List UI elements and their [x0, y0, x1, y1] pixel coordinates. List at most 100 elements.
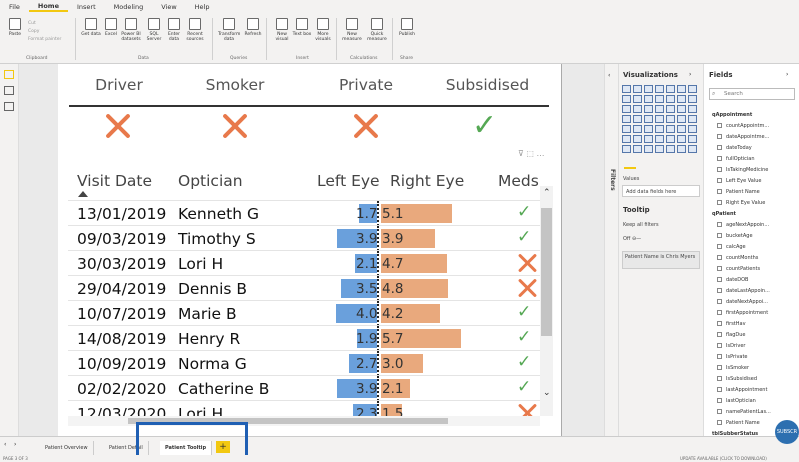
scroll-thumb[interactable]	[541, 208, 552, 336]
ribbon-get-data-button[interactable]: Get data	[80, 18, 102, 37]
col-right-eye[interactable]: Right Eye	[390, 172, 464, 190]
field-item[interactable]: dateAppointme...	[717, 134, 769, 140]
tab-nav-right-icon[interactable]: ›	[14, 441, 16, 448]
ribbon-more-visuals-button[interactable]: More visuals	[312, 18, 334, 42]
ribbon-enter-data-button[interactable]: Enter data	[163, 18, 185, 42]
filters-pane[interactable]: ‹ Filters	[604, 64, 619, 448]
ribbon-paste-button[interactable]: Paste	[4, 18, 26, 37]
field-item[interactable]: bucketAge	[717, 233, 753, 239]
add-fields-dropzone[interactable]: Add data fields here	[622, 185, 700, 197]
field-checkbox[interactable]	[717, 134, 722, 139]
ribbon-recent-sources-button[interactable]: Recent sources	[184, 18, 206, 42]
expand-fields-arrow-icon[interactable]: ›	[786, 71, 788, 78]
field-checkbox[interactable]	[717, 420, 722, 425]
visual-type-icon[interactable]	[677, 125, 686, 133]
ribbon-publish-button[interactable]: Publish	[396, 18, 418, 37]
ribbon-power-bi-datasets-button[interactable]: Power BI datasets	[120, 18, 142, 42]
visual-type-icon[interactable]	[677, 145, 686, 153]
update-notice[interactable]: UPDATE AVAILABLE (CLICK TO DOWNLOAD)	[680, 456, 767, 461]
field-checkbox[interactable]	[717, 332, 722, 337]
visual-type-icon[interactable]	[666, 145, 675, 153]
field-checkbox[interactable]	[717, 321, 722, 326]
visual-type-icon[interactable]	[644, 85, 653, 93]
field-checkbox[interactable]	[717, 200, 722, 205]
field-item[interactable]: Patient Name	[717, 189, 760, 195]
field-item[interactable]: calcAge	[717, 244, 746, 250]
visual-type-icon[interactable]	[644, 125, 653, 133]
field-item[interactable]: fullOptician	[717, 156, 755, 162]
field-item[interactable]: Left Eye Value	[717, 178, 762, 184]
field-item[interactable]: Patient Name	[717, 420, 760, 426]
visual-type-icon[interactable]	[666, 115, 675, 123]
field-item[interactable]: dateDOB	[717, 277, 749, 283]
visual-type-icon[interactable]	[622, 125, 631, 133]
visual-type-icon[interactable]	[677, 115, 686, 123]
visual-type-icon[interactable]	[655, 105, 664, 113]
scroll-down-arrow-icon[interactable]: ⌄	[543, 388, 551, 398]
col-left-eye[interactable]: Left Eye	[317, 172, 380, 190]
table-row[interactable]: 13/01/2019 Kenneth G 1.7 5.1 ✓	[68, 200, 540, 226]
field-checkbox[interactable]	[717, 299, 722, 304]
visual-type-icon[interactable]	[677, 95, 686, 103]
field-checkbox[interactable]	[717, 354, 722, 359]
visual-type-icon[interactable]	[644, 95, 653, 103]
ribbon-new-visual-button[interactable]: New visual	[271, 18, 293, 42]
visual-type-icon[interactable]	[622, 145, 631, 153]
field-item[interactable]: countPatients	[717, 266, 760, 272]
field-checkbox[interactable]	[717, 123, 722, 128]
visual-type-icon[interactable]	[655, 85, 664, 93]
field-item[interactable]: dateToday	[717, 145, 752, 151]
field-checkbox[interactable]	[717, 233, 722, 238]
visual-type-icon[interactable]	[633, 115, 642, 123]
field-checkbox[interactable]	[717, 189, 722, 194]
visual-type-icon[interactable]	[688, 85, 697, 93]
visual-type-icon[interactable]	[633, 135, 642, 143]
field-table[interactable]: qAppointment	[712, 112, 752, 118]
menu-file[interactable]: File	[0, 3, 29, 11]
field-checkbox[interactable]	[717, 266, 722, 271]
subscribe-badge[interactable]: SUBSCR	[775, 420, 799, 444]
field-item[interactable]: firstHav	[717, 321, 746, 327]
field-checkbox[interactable]	[717, 288, 722, 293]
cut-button[interactable]: Cut	[28, 20, 61, 28]
table-row[interactable]: 10/09/2019 Norma G 2.7 3.0 ✓	[68, 350, 540, 376]
field-checkbox[interactable]	[717, 376, 722, 381]
col-visit-date[interactable]: Visit Date	[77, 172, 152, 190]
visual-type-icon[interactable]	[655, 145, 664, 153]
visual-type-icon[interactable]	[655, 95, 664, 103]
field-checkbox[interactable]	[717, 365, 722, 370]
table-row[interactable]: 09/03/2019 Timothy S 3.9 3.9 ✓	[68, 225, 540, 251]
visual-type-icon[interactable]	[688, 105, 697, 113]
field-item[interactable]: countAppointm...	[717, 123, 769, 129]
visual-header-icons[interactable]: ⊽ ⬚ …	[518, 149, 545, 158]
visual-type-icon[interactable]	[622, 95, 631, 103]
field-checkbox[interactable]	[717, 409, 722, 414]
table-row[interactable]: 29/04/2019 Dennis B 3.5 4.8	[68, 275, 540, 301]
ribbon-new-measure-button[interactable]: New measure	[341, 18, 363, 42]
table-row[interactable]: 10/07/2019 Marie B 4.0 4.2 ✓	[68, 300, 540, 326]
ribbon-refresh-button[interactable]: Refresh	[242, 18, 264, 37]
visual-type-icon[interactable]	[666, 95, 675, 103]
patient-name-filter[interactable]: Patient Name is Chris Myers	[622, 251, 700, 269]
ribbon-sql-server-button[interactable]: SQL Server	[143, 18, 165, 42]
report-view-icon[interactable]	[4, 70, 14, 79]
field-item[interactable]: IsSubsidised	[717, 376, 757, 382]
visual-type-icon[interactable]	[666, 85, 675, 93]
visual-type-icon[interactable]	[622, 105, 631, 113]
visual-type-icon[interactable]	[655, 135, 664, 143]
expand-arrow-icon[interactable]: ›	[689, 71, 691, 78]
field-checkbox[interactable]	[717, 145, 722, 150]
visual-type-icon[interactable]	[666, 125, 675, 133]
visual-type-icon[interactable]	[633, 145, 642, 153]
field-checkbox[interactable]	[717, 167, 722, 172]
table-vertical-scrollbar[interactable]: ⌃ ⌄	[540, 186, 553, 416]
visual-type-icon[interactable]	[677, 85, 686, 93]
visual-type-icon[interactable]	[688, 145, 697, 153]
visual-type-icon[interactable]	[688, 115, 697, 123]
field-checkbox[interactable]	[717, 178, 722, 183]
col-optician[interactable]: Optician	[178, 172, 243, 190]
field-item[interactable]: ageNextAppoin...	[717, 222, 769, 228]
field-item[interactable]: countMonths	[717, 255, 758, 261]
ribbon-quick-measure-button[interactable]: Quick measure	[366, 18, 388, 42]
field-table[interactable]: qPatient	[712, 211, 736, 217]
